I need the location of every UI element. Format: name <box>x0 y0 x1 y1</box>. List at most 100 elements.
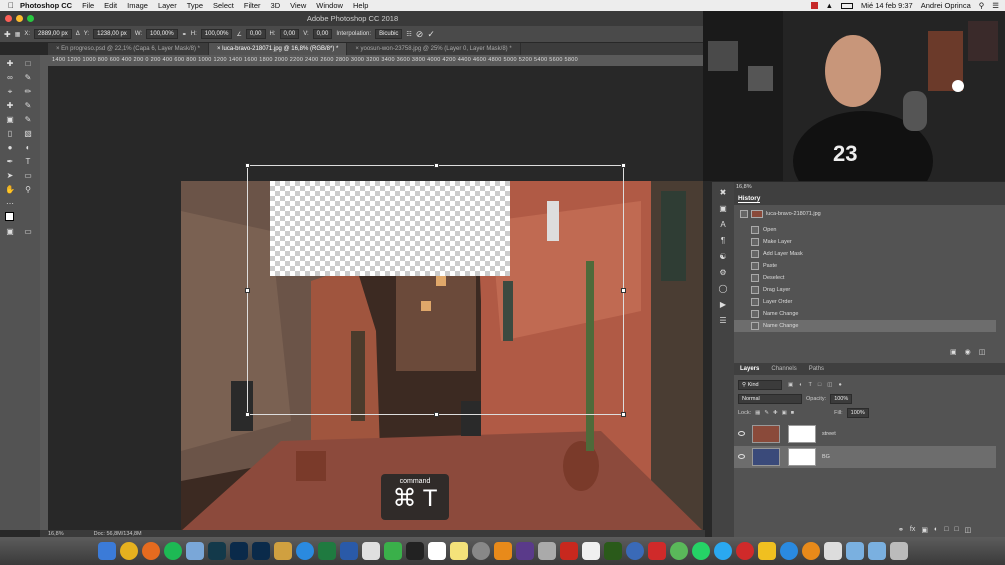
transform-handle[interactable] <box>245 412 250 417</box>
layer-row-bg[interactable]: BG <box>734 446 996 468</box>
3d-panel-icon[interactable]: ▣ <box>719 204 727 213</box>
menu-file[interactable]: File <box>77 1 99 10</box>
visibility-eye-icon[interactable] <box>738 431 745 436</box>
camtasia-icon[interactable] <box>383 542 402 560</box>
link-layers-icon[interactable]: ⚭ <box>898 526 904 534</box>
tweetbot-icon[interactable] <box>185 542 204 560</box>
warp-icon[interactable]: ☷ <box>406 31 411 38</box>
screen-mode-icon[interactable]: ▭ <box>21 226 35 238</box>
x-field[interactable]: 2889,00 px <box>34 29 72 39</box>
vskew-field[interactable]: 0,00 <box>312 29 333 39</box>
eyedropper-tool-icon[interactable]: ✏ <box>21 86 35 98</box>
blur-tool-icon[interactable]: ● <box>3 142 17 154</box>
lasso-tool-icon[interactable]: ∞ <box>3 72 17 84</box>
menu-3d[interactable]: 3D <box>266 1 286 10</box>
quick-select-tool-icon[interactable]: ✎ <box>21 72 35 84</box>
fx-icon[interactable]: fx <box>910 526 915 534</box>
lightbulb-panel-icon[interactable]: ◯ <box>719 284 728 293</box>
menubar-user[interactable]: Andrei Oprinca <box>921 1 971 10</box>
transform-handle[interactable] <box>621 163 626 168</box>
zoom-tool-icon[interactable]: ⚲ <box>21 184 35 196</box>
pdf-icon[interactable] <box>647 542 666 560</box>
layer-name[interactable]: BG <box>822 446 830 468</box>
preferences-icon[interactable] <box>471 542 490 560</box>
menu-edit[interactable]: Edit <box>99 1 122 10</box>
commit-transform-icon[interactable]: ✓ <box>427 29 435 40</box>
layer-kind-select[interactable]: ⚲ Kind <box>738 380 782 390</box>
layer-row-street[interactable]: street <box>734 423 996 445</box>
history-state[interactable]: Name Change <box>734 308 996 320</box>
history-snapshot[interactable]: luca-bravo-218071.jpg <box>734 208 996 220</box>
navigator-zoom[interactable]: 16,8% <box>734 182 1005 193</box>
thunderbird-icon[interactable] <box>625 542 644 560</box>
history-state[interactable]: Paste <box>734 260 996 272</box>
transform-handle[interactable] <box>434 412 439 417</box>
layer-thumbnail[interactable] <box>752 448 780 466</box>
fill-field[interactable]: 100% <box>846 408 869 418</box>
camera-icon[interactable]: ◉ <box>965 348 971 356</box>
menu-filter[interactable]: Filter <box>239 1 266 10</box>
firefox-icon[interactable] <box>141 542 160 560</box>
new-group-icon[interactable]: □ <box>944 526 948 534</box>
transform-handle[interactable] <box>245 163 250 168</box>
healing-tool-icon[interactable]: ✚ <box>3 100 17 112</box>
word-icon[interactable] <box>339 542 358 560</box>
link-icon[interactable]: ⚭ <box>182 31 187 38</box>
lock-position-icon[interactable]: ✚ <box>773 410 778 416</box>
history-state-selected[interactable]: Name Change <box>734 320 996 332</box>
new-document-icon[interactable]: ▣ <box>950 348 957 356</box>
cancel-transform-icon[interactable]: ⊘ <box>416 29 424 40</box>
excel-icon[interactable] <box>317 542 336 560</box>
terminal-icon[interactable] <box>405 542 424 560</box>
menu-type[interactable]: Type <box>182 1 208 10</box>
imovie-icon[interactable] <box>515 542 534 560</box>
vectornator-icon[interactable] <box>757 542 776 560</box>
crop-tool-icon[interactable]: ⌖ <box>3 86 17 98</box>
archive-icon[interactable] <box>537 542 556 560</box>
history-brush-tool-icon[interactable]: ✎ <box>21 114 35 126</box>
trash-icon[interactable] <box>889 542 908 560</box>
photoshop-icon[interactable] <box>229 542 248 560</box>
transform-handle[interactable] <box>621 288 626 293</box>
transform-handle[interactable] <box>621 412 626 417</box>
transform-handle[interactable] <box>434 163 439 168</box>
folder-icon[interactable] <box>867 542 886 560</box>
spotify-icon[interactable] <box>163 542 182 560</box>
textedit-icon[interactable] <box>581 542 600 560</box>
more-tools-icon[interactable]: ⋯ <box>3 198 17 210</box>
menu-view[interactable]: View <box>285 1 311 10</box>
ruler-top[interactable]: 1400 1200 1000 800 600 400 200 0 200 400… <box>48 55 703 66</box>
tools-panel-icon[interactable]: ✖ <box>720 188 727 197</box>
history-state[interactable]: Layer Order <box>734 296 996 308</box>
lock-pixels-icon[interactable]: ✎ <box>764 410 769 416</box>
actions-panel-icon[interactable]: ▶ <box>720 300 726 309</box>
angle-field[interactable]: 0,00 <box>245 29 266 39</box>
xcode-icon[interactable] <box>779 542 798 560</box>
messages-icon[interactable] <box>713 542 732 560</box>
brush-source-icon[interactable] <box>740 210 748 218</box>
delete-layer-icon[interactable]: ◫ <box>965 526 972 534</box>
chrome-icon[interactable] <box>119 542 138 560</box>
history-state[interactable]: Add Layer Mask <box>734 248 996 260</box>
filter-toggle-icon[interactable]: ● <box>838 382 841 388</box>
path-select-tool-icon[interactable]: ➤ <box>3 170 17 182</box>
minimize-window-button[interactable] <box>16 15 23 22</box>
tab-en-progreso[interactable]: × En progreso.psd @ 22,1% (Capa 6, Layer… <box>48 43 209 55</box>
interpolation-select[interactable]: Bicubic <box>375 29 403 39</box>
new-layer-icon[interactable]: □ <box>954 526 958 534</box>
filter-type-icon[interactable]: T <box>809 382 812 388</box>
vlc-icon[interactable] <box>493 542 512 560</box>
delta-icon[interactable]: Δ <box>76 31 80 37</box>
marquee-tool-icon[interactable]: □ <box>21 58 35 70</box>
move-tool-icon[interactable]: ✚ <box>3 58 17 70</box>
brush-tool-icon[interactable]: ✎ <box>21 100 35 112</box>
adjustments-panel-icon[interactable]: ☯ <box>719 252 726 261</box>
layer-mask-thumbnail[interactable] <box>788 448 816 466</box>
stamp-tool-icon[interactable]: ▣ <box>3 114 17 126</box>
reference-point-icon[interactable]: ▦ <box>15 31 21 38</box>
tab-channels[interactable]: Channels <box>765 363 802 375</box>
menu-help[interactable]: Help <box>348 1 373 10</box>
blend-mode-select[interactable]: Normal <box>738 394 802 404</box>
menu-window[interactable]: Window <box>311 1 348 10</box>
filezilla-icon[interactable] <box>559 542 578 560</box>
